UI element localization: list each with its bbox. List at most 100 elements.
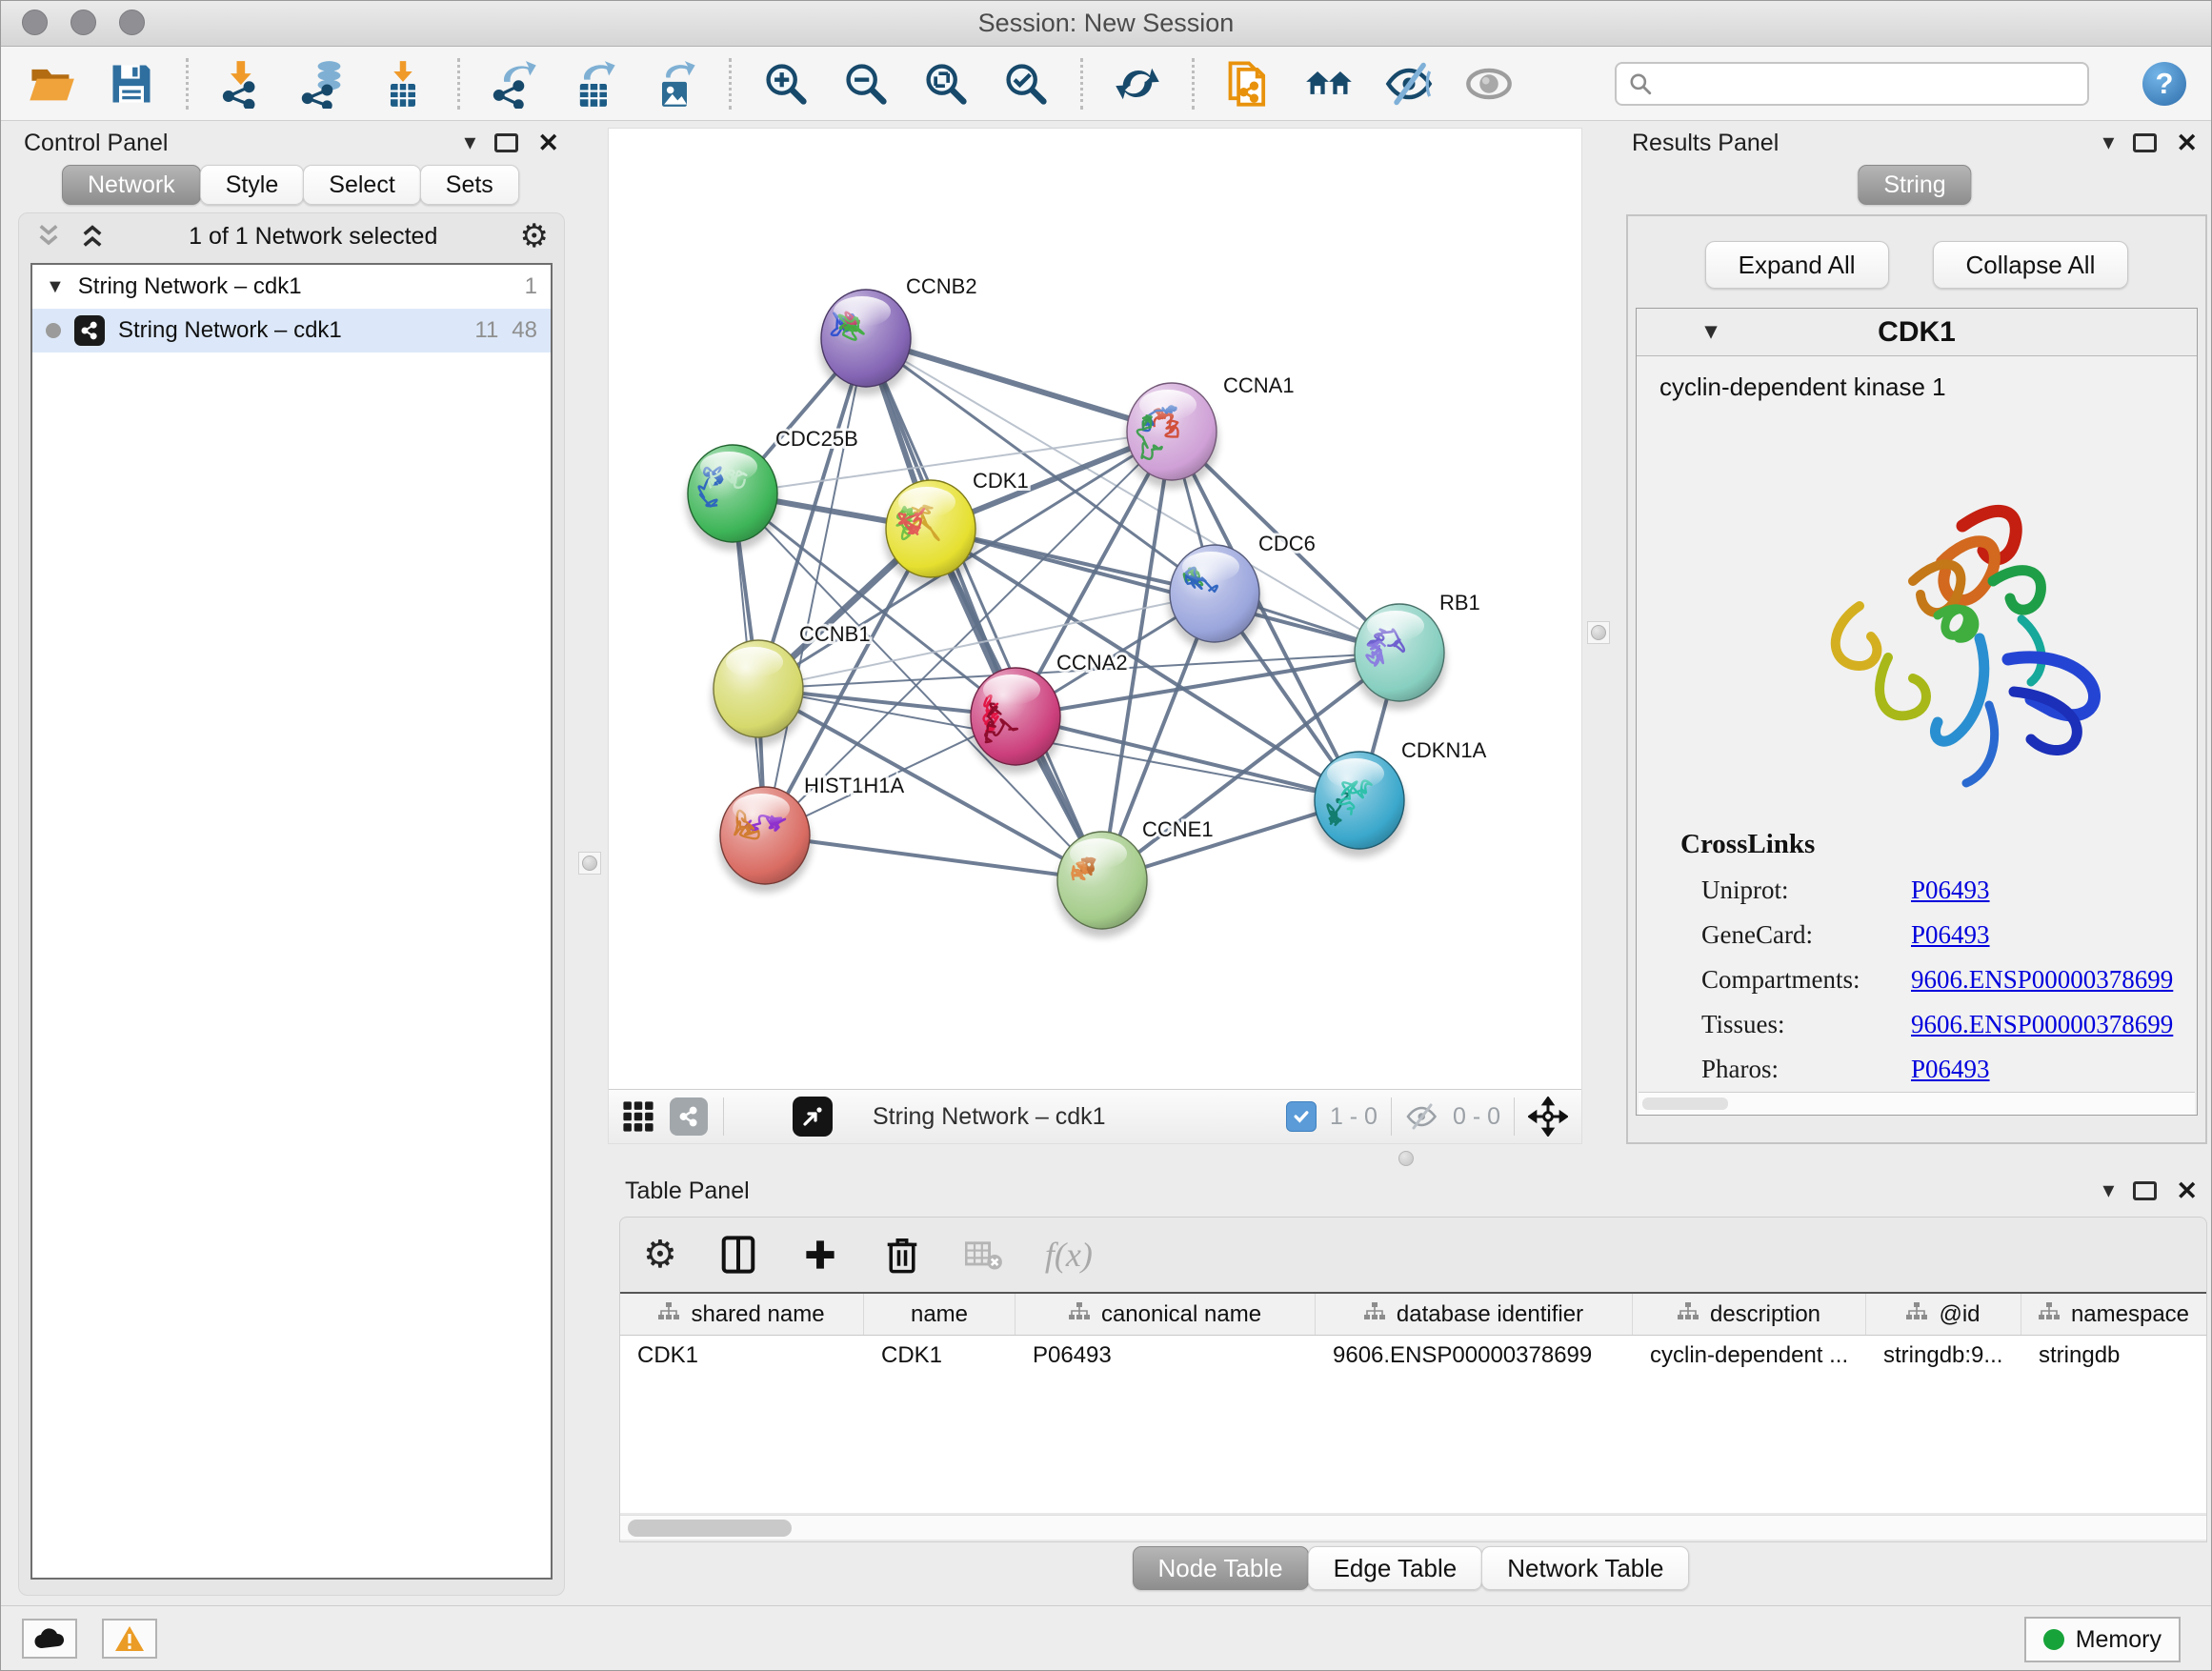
panel-menu-icon[interactable]: ▾ [2102, 1179, 2114, 1202]
crosslink-link[interactable]: P06493 [1911, 920, 1990, 950]
network-edge[interactable] [931, 529, 1399, 653]
tab-network-table[interactable]: Network Table [1481, 1546, 1689, 1590]
crosslink-link[interactable]: 9606.ENSP00000378699 [1911, 965, 2173, 995]
column-header-description[interactable]: description [1633, 1294, 1866, 1335]
panel-menu-icon[interactable]: ▾ [2102, 131, 2114, 154]
network-canvas[interactable]: CCNB2CCNA1CDC25BCDK1CDC6RB1CCNB1CCNA2CDK… [609, 129, 1581, 1089]
table-cell[interactable]: stringdb:9... [1866, 1336, 2021, 1376]
hide-selected-eye-slash-icon[interactable] [1383, 58, 1435, 110]
cloud-status-button[interactable] [22, 1619, 77, 1659]
collapse-section-icon[interactable]: ▾ [1705, 320, 1717, 343]
table-row[interactable]: CDK1CDK1P064939606.ENSP00000378699cyclin… [620, 1336, 2206, 1376]
network-node-CDC25B[interactable] [686, 445, 779, 551]
table-cell[interactable]: CDK1 [620, 1336, 864, 1376]
network-node-CDKN1A[interactable] [1313, 752, 1406, 857]
tab-string[interactable]: String [1858, 165, 1971, 205]
network-node-HIST1H1A[interactable] [718, 787, 812, 893]
delete-column-trash-icon[interactable] [881, 1234, 923, 1276]
network-node-RB1[interactable] [1353, 604, 1446, 710]
table-cell[interactable]: P06493 [1016, 1336, 1316, 1376]
zoom-in-icon[interactable] [760, 58, 812, 110]
crosslink-link[interactable]: P06493 [1911, 876, 1990, 905]
float-panel-icon[interactable] [2133, 1181, 2157, 1200]
zoom-selected-icon[interactable] [1000, 58, 1052, 110]
memory-button[interactable]: Memory [2024, 1617, 2181, 1662]
splitter-handle[interactable] [578, 852, 601, 875]
close-panel-icon[interactable]: ✕ [537, 131, 559, 156]
export-network-icon[interactable] [489, 58, 540, 110]
table-cell[interactable]: stringdb [2021, 1336, 2206, 1376]
tab-style[interactable]: Style [200, 165, 305, 205]
network-node-CDC6[interactable] [1168, 545, 1261, 651]
table-cell[interactable]: 9606.ENSP00000378699 [1316, 1336, 1633, 1376]
network-node-CCNA1[interactable] [1125, 383, 1218, 489]
tab-edge-table[interactable]: Edge Table [1308, 1546, 1483, 1590]
column-header-database-identifier[interactable]: database identifier [1316, 1294, 1633, 1335]
grid-view-icon[interactable] [622, 1100, 654, 1133]
collapse-all-button[interactable]: Collapse All [1933, 241, 2129, 289]
network-overview-homes-icon[interactable] [1303, 58, 1355, 110]
table-settings-gear-icon[interactable]: ⚙ [643, 1236, 677, 1274]
tab-node-table[interactable]: Node Table [1133, 1546, 1309, 1590]
tree-expander-icon[interactable]: ▼ [46, 277, 65, 296]
warnings-button[interactable] [102, 1619, 157, 1659]
network-node-CCNB2[interactable] [819, 290, 913, 395]
network-row-selected[interactable]: String Network – cdk1 11 48 [32, 309, 551, 352]
network-node-CCNA2[interactable] [969, 668, 1062, 774]
import-network-file-icon[interactable] [217, 58, 269, 110]
float-panel-icon[interactable] [494, 133, 518, 152]
column-header-namespace[interactable]: namespace [2021, 1294, 2206, 1335]
splitter-handle[interactable] [1587, 621, 1610, 644]
expand-all-button[interactable]: Expand All [1705, 241, 1889, 289]
column-header-shared-name[interactable]: shared name [620, 1294, 864, 1335]
float-panel-icon[interactable] [2133, 133, 2157, 152]
table-horizontal-scrollbar[interactable] [620, 1515, 2206, 1540]
save-session-icon[interactable] [106, 58, 157, 110]
export-table-icon[interactable] [569, 58, 620, 110]
column-header-canonical-name[interactable]: canonical name [1016, 1294, 1316, 1335]
tab-sets[interactable]: Sets [420, 165, 519, 205]
network-edge[interactable] [765, 836, 1102, 880]
collapse-all-chevron-icon[interactable] [34, 224, 63, 249]
table-cell[interactable]: CDK1 [864, 1336, 1016, 1376]
network-node-CCNE1[interactable] [1056, 832, 1149, 937]
selected-checkbox-icon[interactable] [1286, 1101, 1317, 1132]
help-icon[interactable]: ? [2142, 62, 2186, 106]
column-header-name[interactable]: name [864, 1294, 1016, 1335]
column-header-@id[interactable]: @id [1866, 1294, 2021, 1335]
panel-menu-icon[interactable]: ▾ [464, 131, 475, 154]
horizontal-scrollbar[interactable] [1639, 1092, 2195, 1115]
apply-layout-icon[interactable] [1112, 58, 1163, 110]
share-view-icon[interactable] [670, 1097, 708, 1136]
create-column-icon[interactable] [799, 1234, 841, 1276]
splitter-handle[interactable] [1398, 1151, 1414, 1166]
close-panel-icon[interactable]: ✕ [2176, 131, 2198, 156]
window-title: Session: New Session [1, 9, 2211, 38]
birdseye-view-icon[interactable] [793, 1097, 833, 1137]
zoom-fit-icon[interactable] [920, 58, 972, 110]
close-panel-icon[interactable]: ✕ [2176, 1178, 2198, 1204]
network-collection-row[interactable]: ▼ String Network – cdk1 1 [32, 265, 551, 309]
tab-select[interactable]: Select [303, 165, 420, 205]
pan-crosshair-icon[interactable] [1528, 1097, 1568, 1137]
export-image-icon[interactable] [649, 58, 700, 110]
show-columns-icon[interactable] [717, 1234, 759, 1276]
search-input[interactable] [1662, 70, 2076, 98]
import-network-database-icon[interactable] [297, 58, 349, 110]
table-cell[interactable]: cyclin-dependent ... [1633, 1336, 1866, 1376]
crosslink-link[interactable]: 9606.ENSP00000378699 [1911, 1010, 2173, 1039]
gear-icon[interactable]: ⚙ [520, 220, 549, 252]
network-node-CDK1[interactable] [884, 480, 977, 586]
import-table-file-icon[interactable] [377, 58, 429, 110]
network-view[interactable]: CCNB2CCNA1CDC25BCDK1CDC6RB1CCNB1CCNA2CDK… [608, 128, 1582, 1144]
network-node-CCNB1[interactable] [712, 640, 805, 746]
open-session-icon[interactable] [26, 58, 77, 110]
expand-all-chevron-icon[interactable] [78, 224, 107, 249]
show-hidden-eye-icon[interactable] [1463, 58, 1515, 110]
share-network-file-icon[interactable] [1223, 58, 1275, 110]
crosslink-link[interactable]: P06493 [1911, 1055, 1990, 1084]
tab-network[interactable]: Network [62, 165, 201, 205]
network-edge[interactable] [866, 338, 1102, 880]
zoom-out-icon[interactable] [840, 58, 892, 110]
protein-card-header[interactable]: ▾ CDK1 [1637, 309, 2197, 356]
